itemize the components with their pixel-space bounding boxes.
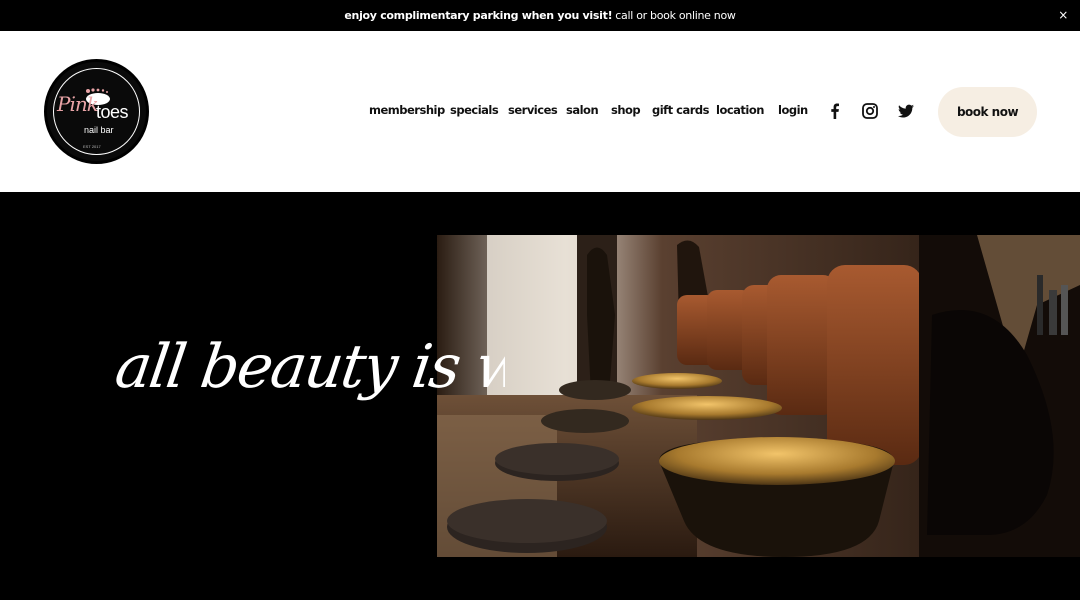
- instagram-icon[interactable]: [861, 102, 879, 120]
- hero-section: all beauty is welcome: [0, 192, 1080, 600]
- tagline-clip: all beauty is welcome: [0, 192, 505, 600]
- site-header: Pink toes nail bar EST 2017 membership s…: [0, 31, 1080, 192]
- announcement-text: call or book online now: [615, 9, 736, 22]
- nav-item-shop[interactable]: shop: [611, 103, 641, 117]
- logo-est: EST 2017: [83, 144, 101, 149]
- facebook-icon[interactable]: [826, 102, 844, 120]
- announcement-bold-text: enjoy complimentary parking when you vis…: [344, 9, 613, 22]
- announcement-bar: enjoy complimentary parking when you vis…: [0, 0, 1080, 31]
- bottom-strip: [0, 600, 1080, 608]
- logo-subtitle: nail bar: [84, 125, 114, 135]
- book-now-button[interactable]: book now: [938, 87, 1037, 137]
- salon-photo: [437, 235, 1080, 557]
- twitter-icon[interactable]: [897, 102, 915, 120]
- hero-tagline: all beauty is welcome: [111, 332, 505, 402]
- salon-photo-graphic: [437, 235, 1080, 557]
- nav-item-membership[interactable]: membership: [369, 103, 445, 117]
- logo-brand-toes: toes: [96, 102, 129, 122]
- logo[interactable]: Pink toes nail bar EST 2017: [44, 59, 149, 164]
- close-icon[interactable]: ×: [1058, 8, 1068, 22]
- nav-item-specials[interactable]: specials: [450, 103, 499, 117]
- nav-item-services[interactable]: services: [508, 103, 558, 117]
- nav-item-location[interactable]: location: [716, 103, 764, 117]
- nav-item-salon[interactable]: salon: [566, 103, 599, 117]
- nav-item-login[interactable]: login: [778, 103, 808, 117]
- nav-item-gift-cards[interactable]: gift cards: [652, 103, 710, 117]
- logo-brand-pink: Pink: [57, 92, 99, 116]
